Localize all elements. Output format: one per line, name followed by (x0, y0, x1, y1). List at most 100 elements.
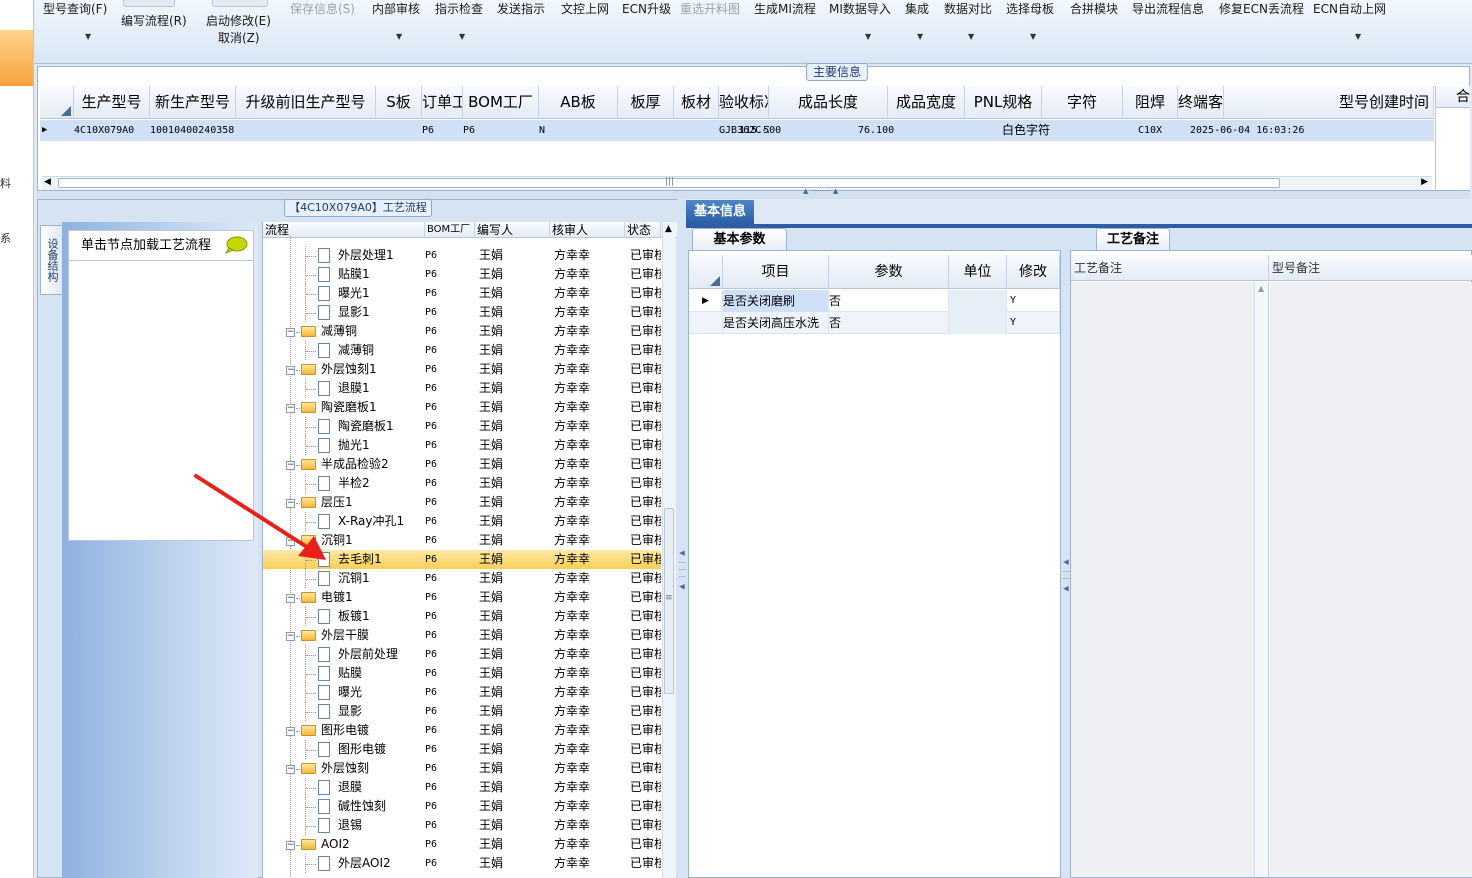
nav-tree-body[interactable] (68, 261, 254, 541)
collapse-icon[interactable]: − (286, 537, 295, 546)
main-cell-10[interactable]: 115.500 (739, 120, 858, 141)
process-row[interactable]: − 层压1 P6 王娟 方幸幸 已审核 (263, 493, 661, 512)
column-header-bom-factory[interactable]: BOM工厂 (425, 222, 475, 238)
process-row[interactable]: − 电镀1 P6 王娟 方幸幸 已审核 (263, 588, 661, 607)
main-cell-11[interactable]: 76.100 (858, 120, 935, 141)
toolbar-button-12[interactable]: 集成 (905, 0, 929, 17)
param-row[interactable]: 是否关闭高压水洗 否 Y (689, 312, 1060, 334)
toolbar-button-9[interactable]: 重选开料图 (680, 0, 740, 17)
toolbar-button-15[interactable]: 合拼模块 (1070, 0, 1118, 17)
main-cell-4[interactable]: P6 (422, 120, 463, 141)
scroll-up-icon[interactable]: ▲ (665, 224, 672, 234)
column-header-10[interactable]: 成品长度 (769, 86, 888, 119)
toolbar-button-17[interactable]: 修复ECN丢流程 (1219, 0, 1304, 17)
collapse-icon[interactable]: − (286, 328, 295, 337)
process-row[interactable]: − 外层蚀刻 P6 王娟 方幸幸 已审核 (263, 759, 661, 778)
collapse-icon[interactable]: − (286, 727, 295, 736)
process-row[interactable]: 沉铜1 P6 王娟 方幸幸 已审核 (263, 569, 661, 588)
chevron-down-icon[interactable]: ▼ (968, 32, 974, 41)
process-row[interactable]: 抛光1 P6 王娟 方幸幸 已审核 (263, 436, 661, 455)
chevron-down-icon[interactable]: ▼ (459, 32, 465, 41)
column-header-8[interactable]: 板材 (674, 86, 719, 119)
toolbar-button-18[interactable]: ECN自动上网 (1313, 0, 1386, 17)
column-header-16[interactable]: 型号创建时间 (1224, 86, 1434, 119)
main-cell-1[interactable]: 10010400240358 (150, 120, 236, 141)
horizontal-splitter[interactable]: ▲ ········· ▲ (37, 187, 1470, 199)
process-row[interactable]: − 减薄铜 P6 王娟 方幸幸 已审核 (263, 322, 661, 341)
process-row[interactable]: 外层AOI2 P6 王娟 方幸幸 已审核 (263, 854, 661, 873)
chevron-down-icon[interactable]: ▼ (1030, 32, 1036, 41)
toolbar-button-0[interactable]: 型号查询(F) (43, 0, 107, 17)
chevron-down-icon[interactable]: ▼ (85, 32, 91, 41)
chevron-down-icon[interactable]: ▼ (1355, 32, 1361, 41)
process-row[interactable]: − 沉铜1 P6 王娟 方幸幸 已审核 (263, 531, 661, 550)
process-row[interactable]: − 外层干膜 P6 王娟 方幸幸 已审核 (263, 626, 661, 645)
column-header-1[interactable]: 新生产型号 (150, 86, 236, 119)
main-cell-16[interactable]: 2025-06-04 16:03:26 (1190, 120, 1434, 141)
column-header-modify[interactable]: 修改 (1007, 255, 1060, 289)
param-value-cell[interactable]: 否 (829, 312, 949, 334)
process-row[interactable]: − AOI2 P6 王娟 方幸幸 已审核 (263, 835, 661, 854)
tab-basic-params[interactable]: 基本参数 (692, 228, 787, 250)
process-remark-textarea[interactable]: ▲ (1071, 282, 1269, 877)
column-header-param[interactable]: 参数 (829, 255, 949, 289)
process-row[interactable]: − 半成品检验2 P6 王娟 方幸幸 已审核 (263, 455, 661, 474)
process-row[interactable]: 贴膜1 P6 王娟 方幸幸 已审核 (263, 265, 661, 284)
column-header-6[interactable]: AB板 (539, 86, 618, 119)
column-header-12[interactable]: PNL规格 (965, 86, 1042, 119)
process-row[interactable]: 退膜 P6 王娟 方幸幸 已审核 (263, 778, 661, 797)
process-row[interactable]: 显影1 P6 王娟 方幸幸 已审核 (263, 303, 661, 322)
process-row[interactable]: 外层前处理 P6 王娟 方幸幸 已审核 (263, 645, 661, 664)
process-row[interactable]: 陶瓷磨板1 P6 王娟 方幸幸 已审核 (263, 417, 661, 436)
toolbar-button-4[interactable]: 内部审核 (372, 0, 420, 17)
main-grid-scroll-thumb[interactable]: ||| (58, 177, 1280, 188)
toolbar-button-1[interactable]: 编写流程(R) (121, 12, 187, 29)
toolbar-button-6[interactable]: 发送指示 (497, 0, 545, 17)
collapse-icon[interactable]: − (286, 765, 295, 774)
main-cell-5[interactable]: P6 (463, 120, 539, 141)
column-header-0[interactable]: 生产型号 (74, 86, 150, 119)
column-header-9[interactable]: 验收标准 (719, 86, 769, 119)
column-header-3[interactable]: S板 (376, 86, 422, 119)
collapse-icon[interactable]: − (286, 461, 295, 470)
param-modify-cell[interactable]: Y (1007, 290, 1060, 312)
scroll-right-icon[interactable]: ▶ (1421, 177, 1428, 187)
column-header-process[interactable]: 流程 (263, 222, 425, 238)
process-row[interactable]: 退膜1 P6 王娟 方幸幸 已审核 (263, 379, 661, 398)
toolbar-button-11[interactable]: MI数据导入 (829, 0, 891, 17)
collapse-icon[interactable]: − (286, 594, 295, 603)
collapse-icon[interactable]: − (286, 499, 295, 508)
toolbar-button-14[interactable]: 选择母板 (1006, 0, 1054, 17)
column-header-writer[interactable]: 编写人 (475, 222, 550, 238)
process-row[interactable]: 图形电镀 P6 王娟 方幸幸 已审核 (263, 740, 661, 759)
column-header-14[interactable]: 阻焊 (1123, 86, 1178, 119)
toolbar-button-2[interactable]: 启动修改(E) (206, 12, 271, 29)
main-cell-6[interactable]: N (539, 120, 618, 141)
param-unit-cell[interactable] (949, 312, 1007, 334)
column-header-5[interactable]: BOM工厂 (463, 86, 539, 119)
vertical-splitter-left[interactable]: ◀ ⋮⋮⋮ ◀ (677, 199, 686, 878)
tab-equipment-structure[interactable]: 设备结构 (40, 225, 62, 295)
process-row[interactable]: 去毛刺1 P6 王娟 方幸幸 已审核 (263, 550, 661, 569)
process-row[interactable]: 退锡 P6 王娟 方幸幸 已审核 (263, 816, 661, 835)
process-tree-scroll-thumb[interactable]: ≡ (664, 508, 674, 694)
toolbar-button-10[interactable]: 生成MI流程 (754, 0, 816, 17)
process-row[interactable]: 显影 P6 王娟 方幸幸 已审核 (263, 702, 661, 721)
column-header-item[interactable]: 项目 (723, 255, 829, 289)
column-header-4[interactable]: 订单工厂 (422, 86, 463, 119)
process-row[interactable]: − 陶瓷磨板1 P6 王娟 方幸幸 已审核 (263, 398, 661, 417)
param-value-cell[interactable]: 否 (829, 290, 949, 312)
process-row[interactable]: − 外层蚀刻1 P6 王娟 方幸幸 已审核 (263, 360, 661, 379)
toolbar-button-8[interactable]: ECN升级 (622, 0, 671, 17)
param-row[interactable]: ▶ 是否关闭磨刷 否 Y (689, 290, 1060, 312)
toolbar-button-sub[interactable]: 取消(Z) (218, 29, 260, 46)
main-cell-13[interactable]: 白色字符 (1002, 120, 1072, 141)
column-header-13[interactable]: 字符 (1042, 86, 1123, 119)
toolbar-button-16[interactable]: 导出流程信息 (1132, 0, 1204, 17)
column-header-reviewer[interactable]: 核审人 (550, 222, 625, 238)
process-row[interactable]: 减薄铜 P6 王娟 方幸幸 已审核 (263, 341, 661, 360)
toolbar-button-3[interactable]: 保存信息(S) (290, 0, 355, 17)
param-item-cell[interactable]: 是否关闭高压水洗 (723, 312, 829, 334)
column-header-unit[interactable]: 单位 (949, 255, 1007, 289)
process-row[interactable]: 碱性蚀刻 P6 王娟 方幸幸 已审核 (263, 797, 661, 816)
